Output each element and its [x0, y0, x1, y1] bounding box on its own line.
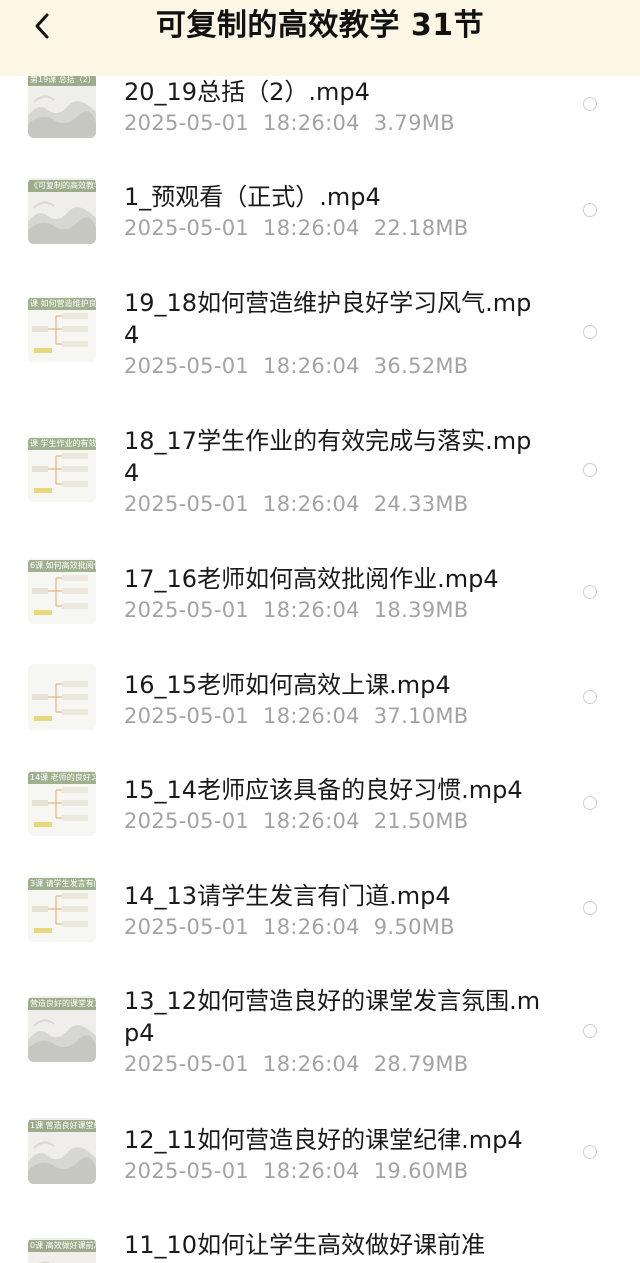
select-radio[interactable]	[583, 585, 597, 599]
thumbnail-caption: 《可复制的高效教学》前言	[28, 180, 96, 192]
file-list-item[interactable]: 《可复制的高效教学》前言 1_预观看（正式）.mp4 2025-05-01 18:26…	[0, 0, 640, 1263]
file-list-item[interactable]: 营造良好的课堂发言 13_12如何营造良好的课堂发言氛围.mp4 2025-05-0…	[0, 0, 640, 1263]
file-name: 14_13请学生发言有门道.mp4	[124, 882, 451, 910]
file-meta: 2025-05-01 18:26:04 18.39MB	[124, 596, 469, 624]
file-size: 22.18MB	[373, 216, 469, 240]
file-date: 2025-05-01	[124, 704, 250, 728]
file-time: 18:26:04	[263, 915, 360, 939]
thumbnail-caption: 3课 请学生发言有门道	[28, 878, 96, 890]
select-radio[interactable]	[583, 690, 597, 704]
video-thumbnail: 1课 营造良好课堂纪律	[28, 1118, 96, 1184]
video-thumbnail: 《可复制的高效教学》前言	[28, 178, 96, 244]
file-size: 3.79MB	[373, 111, 455, 135]
file-date: 2025-05-01	[124, 111, 250, 135]
file-time: 18:26:04	[263, 216, 360, 240]
file-meta: 2025-05-01 18:26:04 37.10MB	[124, 702, 469, 730]
file-meta: 2025-05-01 18:26:04 21.50MB	[124, 807, 469, 835]
file-meta: 2025-05-01 18:26:04 36.52MB	[124, 352, 469, 380]
file-list-item[interactable]: 0课 高效做好课前准 11_10如何让学生高效做好课前准	[0, 0, 640, 1263]
file-meta: 2025-05-01 18:26:04 28.79MB	[124, 1050, 469, 1078]
file-size: 28.79MB	[373, 1052, 469, 1076]
video-thumbnail: 6课 如何高效批阅作业	[28, 558, 96, 624]
file-date: 2025-05-01	[124, 492, 250, 516]
file-date: 2025-05-01	[124, 1052, 250, 1076]
file-date: 2025-05-01	[124, 1159, 250, 1183]
video-thumbnail: 14课 老师的良好习惯	[28, 770, 96, 836]
select-radio[interactable]	[583, 463, 597, 477]
file-list-item[interactable]: 3课 请学生发言有门道 14_13请学生发言有门道.mp4 2025-05-01 18…	[0, 0, 640, 1263]
thumbnail-caption: 6课 如何高效批阅作业	[28, 560, 96, 572]
file-list-item[interactable]: 课 学生作业的有效完成 18_17学生作业的有效完成与落实.mp4 2025-05-…	[0, 0, 640, 1263]
file-name: 11_10如何让学生高效做好课前准	[124, 1231, 486, 1259]
select-radio[interactable]	[583, 1145, 597, 1159]
video-thumbnail: 0课 高效做好课前准	[28, 1238, 96, 1263]
file-meta: 2025-05-01 18:26:04 19.60MB	[124, 1157, 469, 1185]
file-time: 18:26:04	[263, 492, 360, 516]
file-list-item[interactable]: 课 如何营造维护良好学习 19_18如何营造维护良好学习风气.mp4 2025-05…	[0, 0, 640, 1263]
file-list-screen: 第19课 总括（2） 20_19总括（2）.mp4 2025-05-01 18:26:…	[0, 0, 640, 1263]
file-date: 2025-05-01	[124, 216, 250, 240]
video-thumbnail: 第19课 总括（2）	[28, 72, 96, 138]
file-meta: 2025-05-01 18:26:04 3.79MB	[124, 109, 455, 137]
file-list-item[interactable]: 16_15老师如何高效上课.mp4 2025-05-01 18:26:04 37.10…	[0, 0, 640, 1263]
file-date: 2025-05-01	[124, 354, 250, 378]
file-list-item[interactable]: 6课 如何高效批阅作业 17_16老师如何高效批阅作业.mp4 2025-05-01…	[0, 0, 640, 1263]
thumbnail-caption: 0课 高效做好课前准	[28, 1240, 96, 1252]
file-size: 36.52MB	[373, 354, 469, 378]
file-meta: 2025-05-01 18:26:04 22.18MB	[124, 214, 469, 242]
video-thumbnail: 课 如何营造维护良好学习	[28, 296, 96, 362]
file-meta: 2025-05-01 18:26:04 9.50MB	[124, 913, 455, 941]
file-date: 2025-05-01	[124, 598, 250, 622]
thumbnail-caption: 课 学生作业的有效完成	[28, 438, 96, 450]
file-name: 19_18如何营造维护良好学习风气.mp4	[124, 289, 532, 349]
video-thumbnail: 课 学生作业的有效完成	[28, 436, 96, 502]
select-radio[interactable]	[583, 97, 597, 111]
file-name: 16_15老师如何高效上课.mp4	[124, 671, 451, 699]
thumbnail-caption: 营造良好的课堂发言	[28, 998, 96, 1010]
file-list[interactable]: 第19课 总括（2） 20_19总括（2）.mp4 2025-05-01 18:26:…	[0, 0, 640, 1263]
file-size: 24.33MB	[373, 492, 469, 516]
thumbnail-caption: 14课 老师的良好习惯	[28, 772, 96, 784]
file-name: 1_预观看（正式）.mp4	[124, 183, 381, 211]
file-size: 21.50MB	[373, 809, 469, 833]
video-thumbnail: 营造良好的课堂发言	[28, 996, 96, 1062]
file-meta: 2025-05-01 18:26:04 24.33MB	[124, 490, 469, 518]
file-name: 15_14老师应该具备的良好习惯.mp4	[124, 776, 523, 804]
thumbnail-caption: 1课 营造良好课堂纪律	[28, 1120, 96, 1132]
file-date: 2025-05-01	[124, 915, 250, 939]
file-time: 18:26:04	[263, 809, 360, 833]
file-name: 20_19总括（2）.mp4	[124, 78, 370, 106]
select-radio[interactable]	[583, 796, 597, 810]
file-time: 18:26:04	[263, 704, 360, 728]
file-name: 17_16老师如何高效批阅作业.mp4	[124, 565, 499, 593]
file-time: 18:26:04	[263, 1159, 360, 1183]
file-date: 2025-05-01	[124, 809, 250, 833]
file-name: 13_12如何营造良好的课堂发言氛围.mp4	[124, 987, 541, 1047]
file-size: 18.39MB	[373, 598, 469, 622]
file-time: 18:26:04	[263, 598, 360, 622]
file-time: 18:26:04	[263, 354, 360, 378]
file-list-item[interactable]: 14课 老师的良好习惯 15_14老师应该具备的良好习惯.mp4 2025-05-0…	[0, 0, 640, 1263]
video-thumbnail	[28, 664, 96, 730]
select-radio[interactable]	[583, 203, 597, 217]
top-bar: 可复制的高效教学 31节	[0, 0, 640, 76]
select-radio[interactable]	[583, 325, 597, 339]
file-name: 18_17学生作业的有效完成与落实.mp4	[124, 427, 532, 487]
file-name: 12_11如何营造良好的课堂纪律.mp4	[124, 1126, 523, 1154]
select-radio[interactable]	[583, 901, 597, 915]
file-list-item[interactable]: 1课 营造良好课堂纪律 12_11如何营造良好的课堂纪律.mp4 2025-05-0…	[0, 0, 640, 1263]
video-thumbnail: 3课 请学生发言有门道	[28, 876, 96, 942]
page-title: 可复制的高效教学 31节	[155, 8, 485, 43]
file-time: 18:26:04	[263, 1052, 360, 1076]
select-radio[interactable]	[583, 1024, 597, 1038]
file-time: 18:26:04	[263, 111, 360, 135]
file-size: 19.60MB	[373, 1159, 469, 1183]
file-size: 9.50MB	[373, 915, 455, 939]
file-size: 37.10MB	[373, 704, 469, 728]
thumbnail-caption: 课 如何营造维护良好学习	[28, 298, 96, 310]
file-list-item[interactable]: 第19课 总括（2） 20_19总括（2）.mp4 2025-05-01 18:26:…	[0, 0, 640, 1263]
